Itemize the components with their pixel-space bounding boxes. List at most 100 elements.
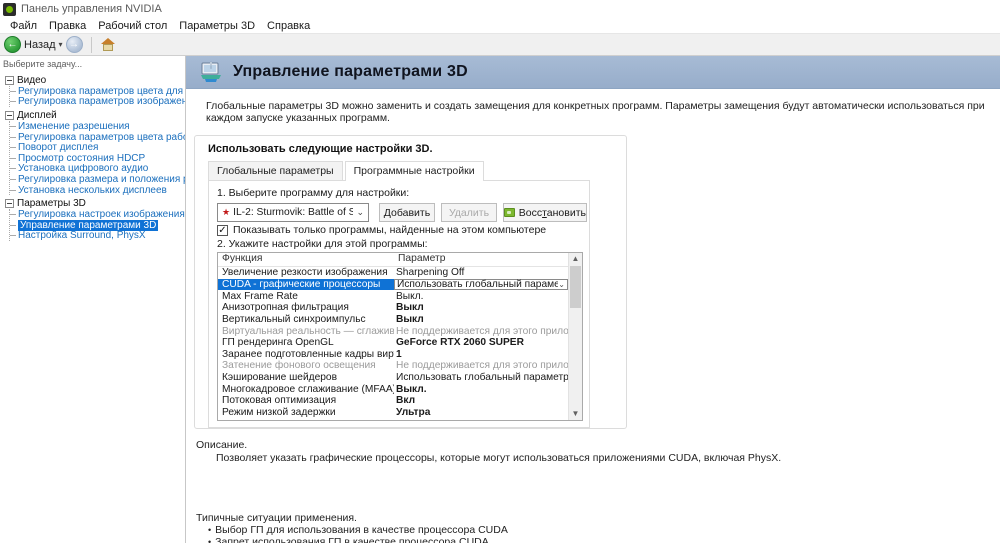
back-button[interactable]: ← Назад ▾ (4, 36, 63, 53)
table-row[interactable]: Анизотропная фильтрация Выкл (218, 302, 568, 314)
function-cell[interactable]: Кэширование шейдеров (218, 372, 394, 383)
collapse-icon[interactable] (5, 111, 14, 121)
tab-program-settings[interactable]: Программные настройки (344, 161, 484, 181)
table-row[interactable]: Max Frame Rate Выкл. (218, 290, 568, 302)
menu-item[interactable]: Файл (4, 20, 43, 32)
back-dropdown-caret-icon[interactable]: ▾ (59, 40, 63, 49)
parameter-cell[interactable]: Выкл. (394, 291, 568, 302)
restore-button[interactable]: Восстановить (503, 203, 587, 222)
table-row[interactable]: Заранее подготовленные кадры виртуаль...… (218, 348, 568, 360)
function-cell[interactable]: Затенение фонового освещения (218, 360, 394, 371)
tree-section-header[interactable]: Видео (5, 75, 185, 86)
sidebar-item[interactable]: Установка цифрового аудио (10, 164, 185, 175)
table-row[interactable]: Виртуальная реальность — сглаживание ...… (218, 325, 568, 337)
table-row[interactable]: Потоковая оптимизация Вкл (218, 395, 568, 407)
parameter-cell[interactable]: GeForce RTX 2060 SUPER (394, 337, 568, 348)
forward-button[interactable]: → (65, 36, 83, 53)
sidebar-item-label: Регулировка параметров цвета для видео (18, 86, 185, 97)
tree-section: Дисплей Изменение разрешения Регулировка п… (5, 110, 185, 196)
sidebar-item-label: Установка нескольких дисплеев (18, 184, 167, 196)
table-row[interactable]: Режим управления электропитаниемПредпочт… (218, 418, 568, 420)
table-row[interactable]: CUDA - графические процессоры Использоват… (218, 278, 568, 291)
function-cell[interactable]: ГП рендеринга OpenGL (218, 337, 394, 348)
parameter-combobox[interactable]: Использовать глобальный параметр (Все)⌄ (394, 278, 568, 291)
usage-bullet-item: • Выбор ГП для использования в качестве п… (208, 524, 508, 536)
function-cell[interactable]: Вертикальный синхроимпульс (218, 314, 394, 325)
sidebar-item[interactable]: Регулировка размера и положения рабочего… (10, 174, 185, 185)
description-title: Описание. (196, 439, 248, 451)
table-row[interactable]: Режим низкой задержки Ультра (218, 407, 568, 419)
usage-list: • Выбор ГП для использования в качестве п… (208, 524, 990, 543)
parameter-cell[interactable]: Использовать глобальный параметр (Все)⌄ (394, 278, 568, 291)
nvidia-logo-icon (3, 2, 16, 16)
scroll-up-icon[interactable]: ▲ (569, 253, 582, 265)
show-found-programs-checkbox[interactable]: ✓ Показывать только программы, найденные… (217, 224, 546, 236)
parameter-cell[interactable]: Вкл (394, 395, 568, 406)
checkbox-check-icon[interactable]: ✓ (217, 224, 228, 236)
function-cell[interactable]: Режим низкой задержки (218, 407, 394, 418)
home-icon[interactable] (100, 37, 116, 52)
parameter-cell[interactable]: Sharpening Off (394, 267, 568, 278)
menu-item[interactable]: Параметры 3D (173, 20, 261, 32)
sidebar-item[interactable]: Просмотр состояния HDCP (10, 153, 185, 164)
menu-item[interactable]: Правка (43, 20, 92, 32)
column-header-parameter: Параметр (398, 253, 446, 264)
table-row[interactable]: Затенение фонового освещения Не поддержив… (218, 360, 568, 372)
usage-title: Типичные ситуации применения. (196, 512, 357, 524)
table-row[interactable]: Кэширование шейдеров Использовать глобаль… (218, 372, 568, 384)
favorite-star-icon: ★ (222, 207, 231, 217)
sidebar-item[interactable]: Настройка Surround, PhysX (10, 231, 185, 242)
tree-section-header[interactable]: Дисплей (5, 110, 185, 121)
function-cell[interactable]: CUDA - графические процессоры (218, 278, 394, 290)
sidebar-item-label: Регулировка параметров цвета рабочего ст… (18, 131, 185, 143)
sidebar-item[interactable]: Поворот дисплея (10, 142, 185, 153)
sidebar-item[interactable]: Регулировка настроек изображения с просм… (10, 209, 185, 220)
parameter-cell[interactable]: Использовать глобальный параметр (Вкл.) (394, 372, 568, 383)
back-button-label[interactable]: Назад (24, 39, 56, 51)
tree-section-header[interactable]: Параметры 3D (5, 198, 185, 209)
task-tree: ВидеоРегулировка параметров цвета для ви… (0, 75, 185, 242)
program-select[interactable]: ★ IL-2: Sturmovik: Battle of Stalingr...… (217, 203, 369, 222)
function-cell[interactable]: Потоковая оптимизация (218, 395, 394, 406)
collapse-icon[interactable] (5, 76, 14, 85)
function-cell[interactable]: Анизотропная фильтрация (218, 302, 394, 313)
function-cell[interactable]: Режим управления электропитанием (218, 419, 394, 420)
menu-item[interactable]: Рабочий стол (92, 20, 173, 32)
table-body: Увеличение резкости изображения Sharpenin… (218, 267, 568, 420)
sidebar-item[interactable]: Изменение разрешения (10, 121, 185, 132)
menu-item[interactable]: Справка (261, 20, 316, 32)
parameter-cell[interactable]: Ультра (394, 407, 568, 418)
sidebar-item[interactable]: Установка нескольких дисплеев (10, 185, 185, 196)
intro-text: Глобальные параметры 3D можно заменить и… (206, 100, 985, 124)
parameter-cell[interactable]: Предпочтителен режим максимальной произв… (394, 419, 568, 420)
parameter-cell[interactable]: 1 (394, 349, 568, 360)
table-row[interactable]: Многокадровое сглаживание (MFAA) Выкл. (218, 383, 568, 395)
function-cell[interactable]: Многокадровое сглаживание (MFAA) (218, 384, 394, 395)
step2-label: 2. Укажите настройки для этой программы: (217, 238, 428, 250)
tab-global-settings[interactable]: Глобальные параметры (208, 161, 343, 180)
function-cell[interactable]: Max Frame Rate (218, 291, 394, 302)
table-scrollbar[interactable]: ▲ ▼ (568, 253, 582, 420)
remove-button[interactable]: Удалить (441, 203, 497, 222)
sidebar-item[interactable]: Управление параметрами 3D (10, 219, 185, 231)
add-button[interactable]: Добавить (379, 203, 435, 222)
sidebar-item[interactable]: Регулировка параметров цвета для видео (10, 86, 185, 97)
scrollbar-thumb[interactable] (570, 266, 581, 308)
page-title: Управление параметрами 3D (233, 63, 468, 80)
parameter-cell[interactable]: Выкл. (394, 384, 568, 395)
collapse-icon[interactable] (5, 199, 14, 209)
sidebar-item[interactable]: Регулировка параметров изображения для в… (10, 97, 185, 108)
back-arrow-icon[interactable]: ← (4, 36, 21, 53)
parameter-cell[interactable]: Не поддерживается для этого приложения (394, 326, 568, 337)
parameter-cell[interactable]: Выкл (394, 302, 568, 313)
table-row[interactable]: Увеличение резкости изображения Sharpenin… (218, 267, 568, 279)
table-row[interactable]: ГП рендеринга OpenGL GeForce RTX 2060 SUP… (218, 337, 568, 349)
function-cell[interactable]: Увеличение резкости изображения (218, 267, 394, 278)
parameter-cell[interactable]: Не поддерживается для этого приложения (394, 360, 568, 371)
function-cell[interactable]: Заранее подготовленные кадры виртуаль... (218, 349, 394, 360)
table-row[interactable]: Вертикальный синхроимпульс Выкл (218, 314, 568, 326)
parameter-cell[interactable]: Выкл (394, 314, 568, 325)
function-cell[interactable]: Виртуальная реальность — сглаживание ... (218, 326, 394, 337)
sidebar-item[interactable]: Регулировка параметров цвета рабочего ст… (10, 132, 185, 143)
scroll-down-icon[interactable]: ▼ (569, 408, 582, 420)
